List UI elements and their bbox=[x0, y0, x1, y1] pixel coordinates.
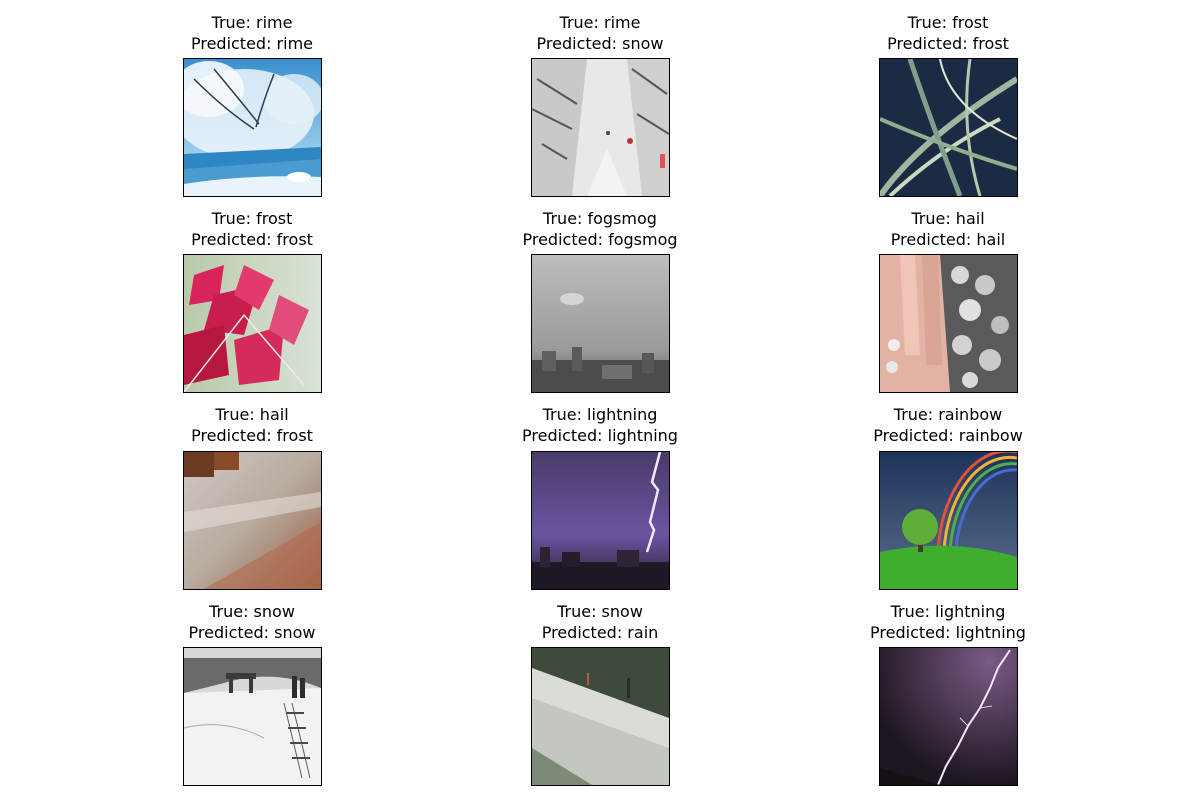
sample-image-frame bbox=[183, 647, 322, 786]
snowy-slope-icon bbox=[532, 648, 669, 785]
predicted-label: Predicted: rime bbox=[190, 34, 314, 53]
sample-title: True: snow Predicted: snow bbox=[102, 601, 402, 643]
sample-image-frame bbox=[531, 254, 670, 393]
sample-image-frame bbox=[183, 254, 322, 393]
true-label: True: hail bbox=[215, 405, 289, 424]
sample-image-frame bbox=[879, 647, 1018, 786]
true-label: True: fogsmog bbox=[543, 209, 657, 228]
sample-image-frame bbox=[531, 58, 670, 197]
sample-title: True: hail Predicted: hail bbox=[798, 208, 1098, 250]
predicted-label: Predicted: rain bbox=[541, 623, 659, 642]
predicted-label: Predicted: fogsmog bbox=[522, 230, 678, 249]
predicted-label: Predicted: frost bbox=[887, 34, 1009, 53]
sample-title: True: rime Predicted: rime bbox=[102, 12, 402, 54]
sample-title: True: lightning Predicted: lightning bbox=[450, 404, 750, 446]
true-label: True: rainbow bbox=[893, 405, 1003, 424]
predicted-label: Predicted: lightning bbox=[522, 426, 678, 445]
true-label: True: frost bbox=[211, 209, 293, 228]
sample-title: True: rime Predicted: snow bbox=[450, 12, 750, 54]
city-lightning-icon bbox=[532, 452, 669, 589]
predicted-label: Predicted: frost bbox=[191, 426, 313, 445]
snowy-pine-path-icon bbox=[532, 59, 669, 196]
sample-image-frame bbox=[531, 647, 670, 786]
sample-title: True: hail Predicted: frost bbox=[102, 404, 402, 446]
true-label: True: rime bbox=[559, 13, 641, 32]
predicted-label: Predicted: frost bbox=[191, 230, 313, 249]
true-label: True: lightning bbox=[542, 405, 658, 424]
predicted-label: Predicted: rainbow bbox=[873, 426, 1023, 445]
true-label: True: snow bbox=[557, 602, 643, 621]
sample-title: True: snow Predicted: rain bbox=[450, 601, 750, 643]
snowy-hill-shelter-icon bbox=[184, 648, 321, 785]
true-label: True: hail bbox=[911, 209, 985, 228]
sample-title: True: frost Predicted: frost bbox=[798, 12, 1098, 54]
sample-title: True: frost Predicted: frost bbox=[102, 208, 402, 250]
sample-title: True: rainbow Predicted: rainbow bbox=[798, 404, 1098, 446]
smoggy-city-icon bbox=[532, 255, 669, 392]
rainbow-tree-icon bbox=[880, 452, 1017, 589]
frosted-grass-icon bbox=[880, 59, 1017, 196]
hail-on-ground-icon bbox=[184, 452, 321, 589]
sample-image-frame bbox=[879, 254, 1018, 393]
sample-image-frame bbox=[879, 58, 1018, 197]
frosted-red-leaves-icon bbox=[184, 255, 321, 392]
sample-image-frame bbox=[531, 451, 670, 590]
sample-image-frame bbox=[183, 451, 322, 590]
true-label: True: rime bbox=[211, 13, 293, 32]
sample-image-frame bbox=[879, 451, 1018, 590]
true-label: True: frost bbox=[907, 13, 989, 32]
true-label: True: snow bbox=[209, 602, 295, 621]
hail-in-hand-icon bbox=[880, 255, 1017, 392]
purple-lightning-icon bbox=[880, 648, 1017, 785]
predicted-label: Predicted: snow bbox=[536, 34, 664, 53]
predicted-label: Predicted: snow bbox=[188, 623, 316, 642]
sample-image-frame bbox=[183, 58, 322, 197]
predicted-label: Predicted: lightning bbox=[870, 623, 1026, 642]
rime-tree-icon bbox=[184, 59, 321, 196]
sample-title: True: lightning Predicted: lightning bbox=[798, 601, 1098, 643]
true-label: True: lightning bbox=[890, 602, 1006, 621]
predicted-label: Predicted: hail bbox=[890, 230, 1006, 249]
sample-title: True: fogsmog Predicted: fogsmog bbox=[450, 208, 750, 250]
